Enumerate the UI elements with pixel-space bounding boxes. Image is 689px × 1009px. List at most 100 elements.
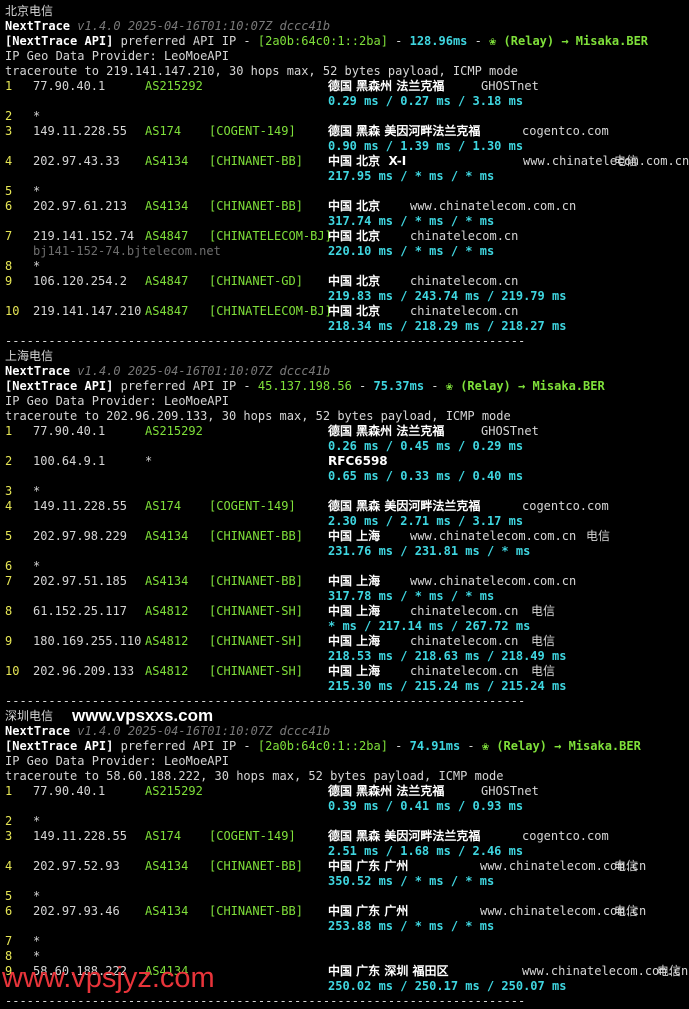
api-relay: ❀ (Relay) → Misaka.BER xyxy=(445,379,605,393)
api-separator: - xyxy=(387,34,410,48)
hop-tag: [CHINANET-GD] xyxy=(209,274,303,288)
hop-asn: AS4812 xyxy=(145,664,189,678)
hop-geo: 德国 黑森州 法兰克福 xyxy=(328,79,445,93)
hop-ip: 202.97.98.229 xyxy=(33,529,127,543)
hop-ip: 219.141.147.210 xyxy=(33,304,142,318)
hop-number: 1 xyxy=(5,424,13,438)
hop-rtt: 0.29 ms / 0.27 ms / 3.18 ms xyxy=(328,94,524,108)
hop-rtt: 218.53 ms / 218.63 ms / 218.49 ms xyxy=(328,649,567,663)
hop-asn: AS215292 xyxy=(145,79,203,93)
hop-geo: 德国 黑森 美因河畔法兰克福 xyxy=(328,829,481,843)
api-line: [NextTrace API] preferred API IP - [2a0b… xyxy=(0,739,641,754)
hop-rtt: 215.30 ms / 215.24 ms / 215.24 ms xyxy=(328,679,567,693)
hop-asn: * xyxy=(145,454,153,468)
geo-provider: IP Geo Data Provider: LeoMoeAPI xyxy=(5,49,229,63)
hop-asn: AS4812 xyxy=(145,634,189,648)
hop-rtt: 317.74 ms / * ms / * ms xyxy=(328,214,495,228)
watermark-top: www.vpsxxs.com xyxy=(72,706,214,725)
hop-org: cogentco.com xyxy=(522,829,609,843)
hop-geo: 中国 北京 xyxy=(328,229,381,243)
hop-geo: 中国 北京 X-I xyxy=(328,154,407,168)
hop-ip: 149.11.228.55 xyxy=(33,499,127,513)
hop-number: 4 xyxy=(5,499,13,513)
hop-isp: 电信 xyxy=(657,964,682,978)
hop-org: chinatelecom.cn xyxy=(410,274,519,288)
hop-asn: AS4134 xyxy=(145,199,189,213)
hop-ip: * xyxy=(33,814,41,828)
api-relay: ❀ (Relay) → Misaka.BER xyxy=(489,34,649,48)
hop-number: 9 xyxy=(5,274,13,288)
api-latency: 75.37ms xyxy=(373,379,425,393)
hop-geo: 中国 上海 xyxy=(328,664,381,678)
hop-isp: 电信 xyxy=(586,529,611,543)
hop-asn: AS4847 xyxy=(145,229,189,243)
hop-org: cogentco.com xyxy=(522,499,609,513)
section-title: 北京电信 xyxy=(5,4,54,18)
hop-number: 4 xyxy=(5,154,13,168)
api-latency: 128.96ms xyxy=(409,34,468,48)
app-header: NextTrace v1.4.0 2025-04-16T01:10:07Z dc… xyxy=(0,724,330,739)
hop-ip: 77.90.40.1 xyxy=(33,424,106,438)
hop-rtt: 0.39 ms / 0.41 ms / 0.93 ms xyxy=(328,799,524,813)
hop-tag: [CHINANET-SH] xyxy=(209,634,303,648)
hop-geo: RFC6598 xyxy=(328,454,388,468)
hop-ptr: bj141-152-74.bjtelecom.net xyxy=(33,244,221,258)
separator: ----------------------------------------… xyxy=(5,334,526,348)
section-title: 深圳电信 xyxy=(5,709,54,723)
hop-rtt: 317.78 ms / * ms / * ms xyxy=(328,589,495,603)
hop-ip: * xyxy=(33,259,41,273)
hop-asn: AS4812 xyxy=(145,604,189,618)
hop-org: GHOSTnet xyxy=(481,424,539,438)
hop-org: www.chinatelecom.com.cn xyxy=(410,574,577,588)
hop-number: 2 xyxy=(5,814,13,828)
hop-org: www.chinatelecom.com.cn xyxy=(410,529,577,543)
hop-geo: 中国 北京 xyxy=(328,199,381,213)
hop-number: 7 xyxy=(5,574,13,588)
hop-isp: 电信 xyxy=(531,664,556,678)
hop-number: 3 xyxy=(5,484,13,498)
hop-number: 6 xyxy=(5,904,13,918)
traceroute-header: traceroute to 58.60.188.222, 30 hops max… xyxy=(5,769,504,783)
hop-asn: AS174 xyxy=(145,829,182,843)
hop-geo: 中国 上海 xyxy=(328,604,381,618)
section-title: 上海电信 xyxy=(5,349,54,363)
app-name: NextTrace xyxy=(5,19,71,33)
api-separator: - xyxy=(387,739,410,753)
hop-tag: [CHINANET-BB] xyxy=(209,904,303,918)
hop-ip: 77.90.40.1 xyxy=(33,79,106,93)
hop-isp: 电信 xyxy=(614,859,639,873)
hop-asn: AS4847 xyxy=(145,274,189,288)
api-separator: - xyxy=(460,739,482,753)
app-header: NextTrace v1.4.0 2025-04-16T01:10:07Z dc… xyxy=(0,19,330,34)
api-label: preferred API IP - xyxy=(113,379,258,393)
hop-number: 6 xyxy=(5,559,13,573)
api-prefix: [NextTrace API] xyxy=(5,379,114,393)
hop-tag: [CHINANET-BB] xyxy=(209,574,303,588)
hop-org: chinatelecom.cn xyxy=(410,229,519,243)
hop-org: chinatelecom.cn xyxy=(410,634,519,648)
hop-geo: 中国 广东 广州 xyxy=(328,859,409,873)
hop-number: 10 xyxy=(5,304,20,318)
api-line: [NextTrace API] preferred API IP - 45.13… xyxy=(0,379,605,394)
hop-number: 8 xyxy=(5,259,13,273)
hop-tag: [CHINANET-BB] xyxy=(209,154,303,168)
hop-tag: [COGENT-149] xyxy=(209,829,296,843)
hop-ip: 100.64.9.1 xyxy=(33,454,106,468)
hop-tag: [CHINANET-BB] xyxy=(209,859,303,873)
api-latency: 74.91ms xyxy=(409,739,461,753)
hop-ip: 202.97.52.93 xyxy=(33,859,120,873)
hop-rtt: * ms / 217.14 ms / 267.72 ms xyxy=(328,619,531,633)
terminal-output: 北京电信 NextTrace v1.4.0 2025-04-16T01:10:07… xyxy=(0,0,689,1008)
hop-rtt: 217.95 ms / * ms / * ms xyxy=(328,169,495,183)
hop-org: www.chinatelecom.com.cn xyxy=(523,154,689,168)
hop-rtt: 0.65 ms / 0.33 ms / 0.40 ms xyxy=(328,469,524,483)
hop-asn: AS4134 xyxy=(145,154,189,168)
api-label: preferred API IP - xyxy=(113,34,258,48)
hop-rtt: 231.76 ms / 231.81 ms / * ms xyxy=(328,544,531,558)
traceroute-header: traceroute to 202.96.209.133, 30 hops ma… xyxy=(5,409,511,423)
api-prefix: [NextTrace API] xyxy=(5,739,114,753)
hop-ip: * xyxy=(33,559,41,573)
app-version: v1.4.0 2025-04-16T01:10:07Z dccc41b xyxy=(77,364,331,378)
hop-isp: 电信 xyxy=(614,154,639,168)
hop-ip: 202.96.209.133 xyxy=(33,664,135,678)
